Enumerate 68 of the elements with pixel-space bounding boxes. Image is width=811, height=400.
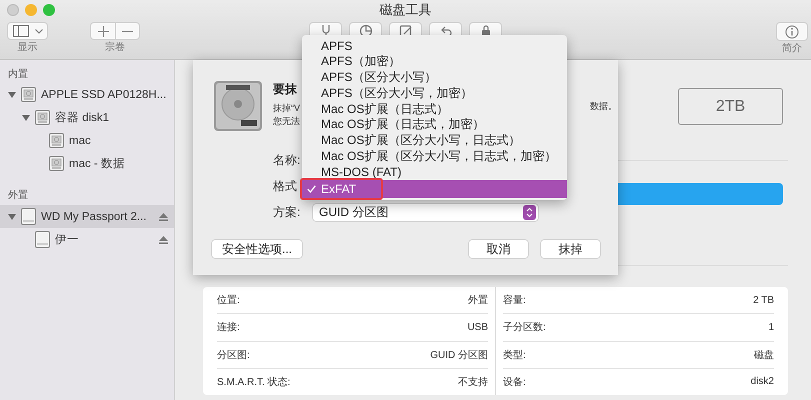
info-value: USB <box>467 322 488 333</box>
sheet-title: 要抹 <box>273 81 298 98</box>
menu-item[interactable]: APFS <box>302 38 567 54</box>
menu-item[interactable]: Mac OS扩展（区分大小写，日志式） <box>302 132 567 149</box>
check-icon <box>307 185 316 194</box>
field-label: 方案: <box>273 204 302 220</box>
chevron-down-icon <box>34 28 42 34</box>
scheme-popup[interactable]: GUID 分区图 <box>313 204 538 220</box>
sheet-text: 您无法 <box>273 115 300 128</box>
remove-button[interactable] <box>115 22 140 40</box>
disclosure-triangle-icon[interactable] <box>22 114 30 122</box>
sheet-text: 抹掉“V <box>273 102 300 115</box>
erase-icon <box>398 24 412 38</box>
menu-item[interactable]: APFS（加密） <box>302 54 567 70</box>
disclosure-triangle-icon[interactable] <box>8 90 16 98</box>
sheet-button[interactable]: 抹掉 <box>541 240 600 258</box>
info-value: disk2 <box>750 376 774 388</box>
sidebar-icon <box>12 25 28 37</box>
stepper-icon <box>523 204 536 220</box>
toolbar-label: 简介 <box>782 43 802 55</box>
menu-item[interactable]: Mac OS扩展（日志式，加密） <box>302 116 567 133</box>
info-label: 类型: <box>503 348 526 362</box>
toolbar-label: 宗卷 <box>105 42 125 54</box>
eject-icon[interactable] <box>159 212 168 220</box>
sheet-button[interactable]: 安全性选项... <box>212 240 302 258</box>
menu-item[interactable]: Mac OS扩展（区分大小写，日志式，加密） <box>302 148 567 164</box>
info-label: 分区图: <box>217 348 250 362</box>
field-label: 名称: <box>273 152 302 168</box>
sidebar-item[interactable]: 伊一 <box>0 228 174 251</box>
menu-item[interactable]: ExFAT <box>302 180 567 198</box>
menu-item[interactable]: MS-DOS (FAT) <box>302 164 567 180</box>
menu-item[interactable]: APFS（区分大小写，加密） <box>302 85 567 102</box>
plus-icon <box>98 26 108 36</box>
menu-item[interactable]: Mac OS扩展（日志式） <box>302 101 567 117</box>
partition-icon <box>358 24 372 38</box>
field-label: 格式 <box>273 178 298 194</box>
info-value: 2 TB <box>753 294 774 306</box>
info-value: 1 <box>768 322 774 333</box>
eject-icon[interactable] <box>159 236 168 244</box>
menu-item[interactable]: APFS（区分大小写） <box>302 70 567 86</box>
sidebar-item[interactable]: mac - 数据 <box>0 152 174 175</box>
disclosure-triangle-icon[interactable] <box>8 212 16 220</box>
section-heading: 内置 <box>7 68 29 81</box>
sidebar-item[interactable]: 容器 disk1 <box>0 106 174 129</box>
sidebar-toggle-button[interactable] <box>7 22 48 40</box>
hard-drive-icon <box>213 80 263 132</box>
info-label: 设备: <box>503 376 526 389</box>
info-label: 容量: <box>503 294 526 308</box>
sheet-text: 数据。 <box>590 100 617 113</box>
sidebar-item[interactable]: WD My Passport 2... <box>0 205 174 228</box>
info-value: GUID 分区图 <box>430 348 488 362</box>
info-value: 外置 <box>468 294 488 308</box>
info-value: 磁盘 <box>754 348 774 362</box>
add-button[interactable] <box>90 22 115 40</box>
info-label: 子分区数: <box>503 321 546 334</box>
toolbar-label: 显示 <box>18 42 38 54</box>
window-title: 磁盘工具 <box>380 1 432 19</box>
info-value: 不支持 <box>458 376 488 389</box>
sidebar-item[interactable]: APPLE SSD AP0128H... <box>0 83 174 106</box>
section-heading: 外置 <box>7 189 29 202</box>
info-button[interactable] <box>776 22 808 41</box>
info-label: S.M.A.R.T. 状态: <box>217 376 290 389</box>
info-label: 连接: <box>217 320 240 334</box>
sidebar-item[interactable]: mac <box>0 129 174 152</box>
info-label: 位置: <box>217 294 240 308</box>
info-icon <box>785 24 799 38</box>
size-label: 2TB <box>678 88 783 125</box>
sheet-button[interactable]: 取消 <box>469 240 528 258</box>
